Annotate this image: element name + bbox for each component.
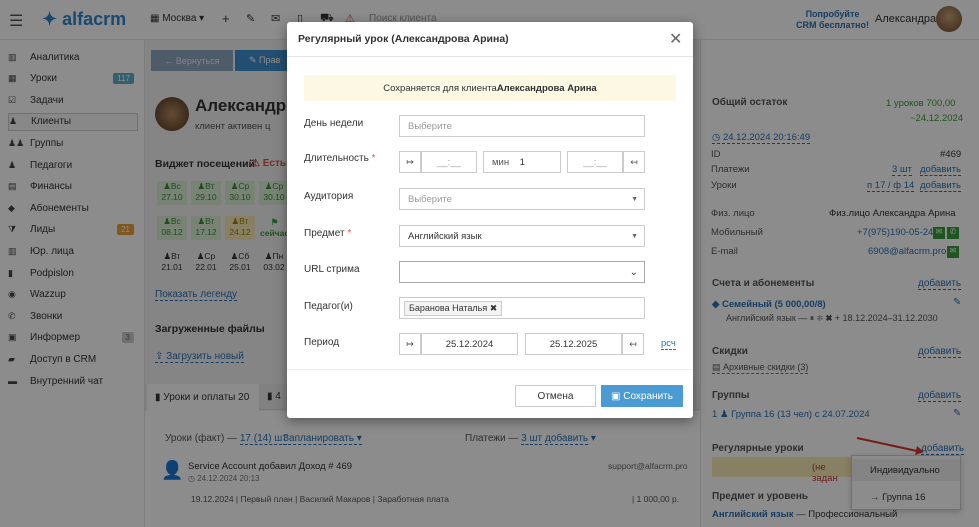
period-start-icon[interactable]: ↦	[399, 333, 421, 355]
day-label: День недели	[304, 118, 364, 129]
teacher-input[interactable]: Баранова Наталья ✖	[399, 297, 645, 319]
modal-footer-divider	[287, 369, 693, 370]
client-notice: Сохраняется для клиента Александрова Ари…	[304, 75, 676, 101]
day-select[interactable]: Выберите	[399, 115, 645, 137]
url-label: URL стрима	[304, 264, 360, 275]
duration-minutes-input[interactable]: мин 1	[483, 151, 561, 173]
teacher-label: Педагог(и)	[304, 301, 353, 312]
teacher-tag: Баранова Наталья ✖	[404, 300, 503, 316]
subject-label: Предмет *	[304, 228, 352, 239]
chevron-down-icon: ▼	[631, 195, 638, 203]
modal-title: Регулярный урок (Александрова Арина)	[298, 33, 509, 45]
period-to-input[interactable]: 25.12.2025	[525, 333, 622, 355]
close-icon[interactable]: ✕	[669, 29, 682, 49]
duration-end-icon[interactable]: ↤	[623, 151, 645, 173]
chevron-down-icon: ⌄	[629, 266, 638, 278]
duration-end-time-input[interactable]: __:__	[567, 151, 623, 173]
room-select[interactable]: Выберите ▼	[399, 188, 645, 210]
url-select[interactable]: ⌄	[399, 261, 645, 283]
room-label: Аудитория	[304, 191, 354, 202]
tag-remove-icon[interactable]: ✖	[490, 303, 498, 313]
duration-time-input[interactable]: __:__	[421, 151, 477, 173]
rsch-link[interactable]: рсч	[661, 338, 676, 350]
chevron-down-icon: ▼	[631, 232, 638, 240]
cancel-button[interactable]: Отмена	[515, 385, 596, 407]
period-label: Период	[304, 337, 340, 348]
save-button[interactable]: ▣ Сохранить	[601, 385, 683, 407]
regular-lesson-modal: Регулярный урок (Александрова Арина) ✕ С…	[287, 22, 693, 418]
duration-label: Длительность *	[304, 153, 376, 164]
period-from-input[interactable]: 25.12.2024	[421, 333, 518, 355]
duration-start-icon[interactable]: ↦	[399, 151, 421, 173]
subject-select[interactable]: Английский язык ▼	[399, 225, 645, 247]
period-end-icon[interactable]: ↤	[622, 333, 644, 355]
modal-divider	[287, 56, 693, 57]
floppy-icon: ▣	[611, 390, 621, 402]
